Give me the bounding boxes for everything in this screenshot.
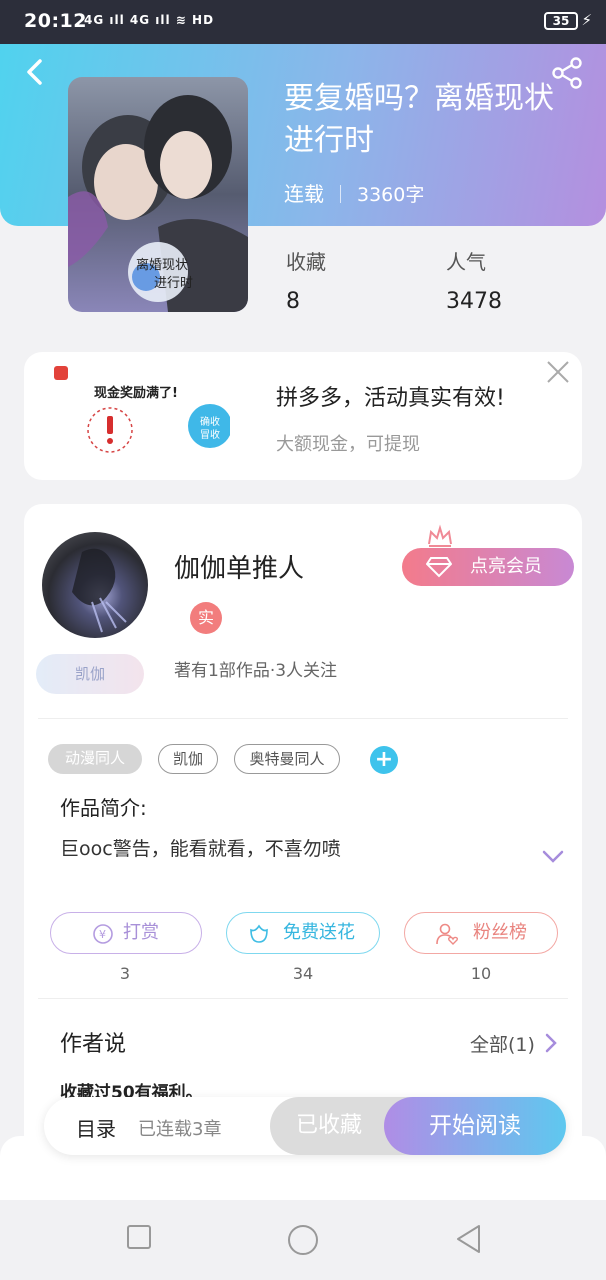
chapter-count: 已连载3章 (138, 1119, 222, 1140)
status-time: 20:12 (24, 10, 87, 32)
divider (38, 718, 568, 719)
start-reading-button[interactable]: 开始阅读 (384, 1097, 566, 1155)
svg-text:¥: ¥ (99, 928, 106, 941)
close-icon[interactable] (544, 358, 572, 386)
serial-status: 连载 (284, 182, 324, 206)
avatar-image (72, 548, 127, 633)
fan-rank-label: 粉丝榜 (473, 922, 527, 943)
svg-text:离婚现状: 离婚现状 (136, 257, 188, 273)
home-icon[interactable] (287, 1224, 319, 1256)
add-tag-button[interactable]: + (370, 746, 398, 774)
avatar[interactable] (42, 532, 148, 638)
author-name[interactable]: 伽伽单推人 (174, 548, 304, 585)
ad-image-text: 现金奖励满了! (94, 386, 178, 401)
send-flower-label: 免费送花 (283, 922, 355, 943)
ad-subtitle: 大额现金，可提现 (276, 434, 420, 455)
flower-icon (250, 924, 268, 943)
ad-image: 现金奖励满了! 确收 冒收 (54, 366, 234, 472)
send-flower-button[interactable]: 免费送花 (226, 912, 380, 954)
ad-logo-icon (54, 366, 68, 380)
intro-title: 作品简介: (60, 796, 147, 820)
flower-count: 34 (292, 964, 314, 983)
reward-count: 3 (119, 964, 131, 983)
chevron-down-icon[interactable] (542, 850, 564, 864)
tag-item[interactable]: 动漫同人 (48, 744, 142, 774)
stat-value: 8 (286, 289, 300, 314)
book-meta: 连载 3360字 (284, 178, 424, 207)
author-works: 著有1部作品·3人关注 (174, 661, 338, 681)
book-title: 要复婚吗？离婚现状进行时 (284, 81, 554, 158)
fan-badge: 凯伽 (36, 654, 144, 694)
crown-icon (428, 524, 452, 547)
divider (38, 998, 568, 999)
fan-count: 10 (470, 964, 492, 983)
stat-value: 3478 (446, 289, 502, 314)
status-bar: 20:12 4G ıll 4G ıll ≋ HD 35 ⚡ (0, 0, 606, 44)
back-nav-icon[interactable] (455, 1224, 483, 1254)
intro-text: 巨ooc警告，能看就看，不喜勿喷 (60, 838, 341, 860)
verified-badge: 实 (190, 602, 222, 634)
diamond-icon (426, 557, 452, 578)
ad-image-button: 确收 冒收 (200, 417, 220, 441)
word-count: 3360字 (357, 184, 425, 206)
vip-button[interactable]: 点亮会员 (402, 548, 574, 586)
stat-label: 收藏 (286, 250, 326, 274)
reward-button[interactable]: ¥ 打赏 (50, 912, 202, 954)
system-nav-bar (0, 1200, 606, 1280)
battery-icon: 35 (544, 12, 578, 30)
meta-divider (340, 185, 341, 203)
author-say-all-link[interactable]: 全部(1) (470, 1030, 535, 1057)
chevron-right-icon[interactable] (544, 1032, 558, 1054)
recent-apps-icon[interactable] (126, 1224, 152, 1250)
tag-item[interactable]: 凯伽 (158, 744, 218, 774)
book-cover-image[interactable]: 离婚现状 进行时 (68, 77, 248, 312)
user-heart-icon (436, 923, 459, 945)
stat-favorites: 收藏 8 (286, 246, 326, 314)
stat-popularity: 人气 3478 (446, 246, 502, 314)
stat-label: 人气 (446, 250, 486, 274)
reward-label: 打赏 (123, 922, 159, 943)
vip-button-label: 点亮会员 (470, 556, 542, 577)
tag-item[interactable]: 奥特曼同人 (234, 744, 340, 774)
yen-coin-icon: ¥ (93, 924, 113, 944)
signal-icons: 4G ıll 4G ıll ≋ HD (84, 13, 215, 27)
ad-banner[interactable]: 现金奖励满了! 确收 冒收 拼多多，活动真实有效! 大额现金，可提现 (24, 352, 582, 480)
svg-text:进行时: 进行时 (154, 276, 193, 291)
ad-title: 拼多多，活动真实有效! (276, 386, 505, 411)
back-arrow-icon[interactable] (20, 56, 52, 88)
toc-button[interactable]: 目录 (76, 1113, 116, 1142)
author-say-title: 作者说 (60, 1032, 127, 1057)
fan-rank-button[interactable]: 粉丝榜 (404, 912, 558, 954)
charging-icon: ⚡ (581, 11, 592, 29)
bottom-action-bar: 目录 已连载3章 已收藏 开始阅读 (44, 1097, 566, 1155)
